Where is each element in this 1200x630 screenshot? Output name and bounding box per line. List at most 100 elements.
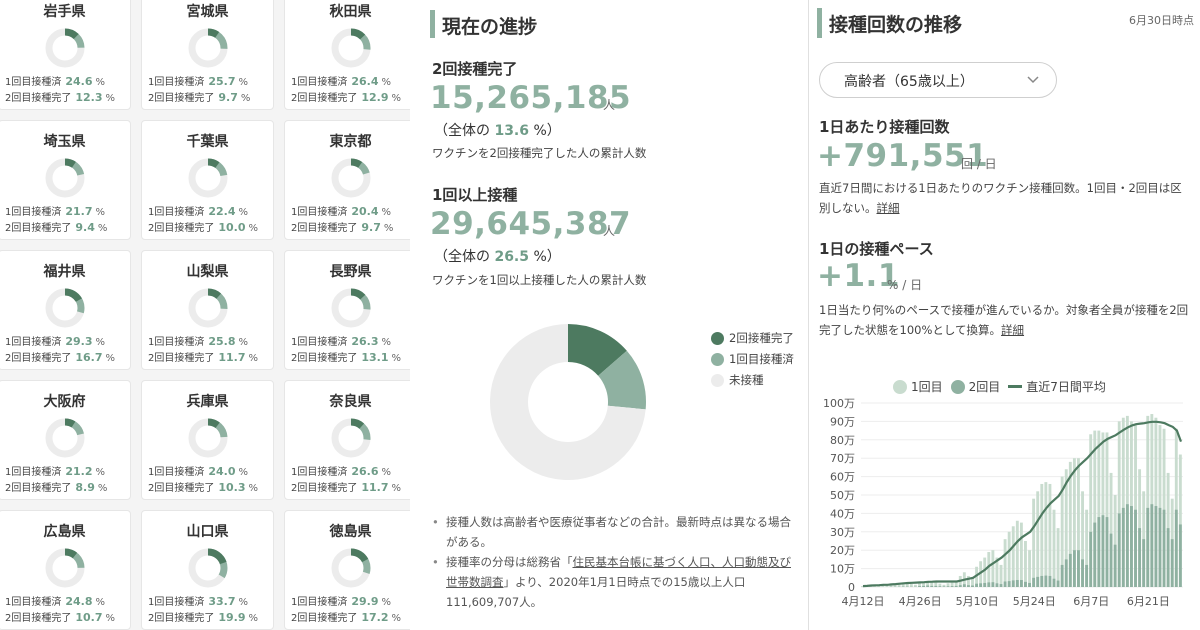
prefecture-donut-chart [331,418,371,458]
bar-first-dose [987,552,991,587]
bar-second-dose [1081,559,1084,587]
prefecture-name: 岩手県 [43,4,86,20]
bar-second-dose [1085,564,1089,587]
second-dose-rate: 2回目接種完了 10.7% [5,611,116,624]
second-dose-rate: 2回目接種完了 12.9% [291,91,402,104]
prefecture-name: 山口県 [186,524,229,540]
first-dose-rate: 1回目接種済 20.4% [291,205,392,218]
prefecture-name: 広島県 [43,524,86,540]
prefecture-card[interactable]: 奈良県 1回目接種済 26.6% 2回目接種完了 11.7% [284,380,417,500]
bar-second-dose [1170,539,1174,587]
bar-first-dose [1044,482,1048,587]
second-dose-rate: 2回目接種完了 8.9% [5,481,108,494]
prefecture-card[interactable]: 宮城県 1回目接種済 25.7% 2回目接種完了 9.7% [141,0,274,110]
bar-second-dose [1068,553,1072,587]
first-dose-label: 1回以上接種 [432,186,518,204]
prefecture-donut-chart [331,158,371,198]
bar-second-dose [971,585,974,587]
prefecture-donut-chart [45,548,85,588]
bar-second-dose [962,584,966,587]
bar-first-dose [1056,528,1060,587]
bar-second-dose [979,583,983,587]
second-dose-unit: 人 [603,98,616,112]
prefecture-card[interactable]: 山口県 1回目接種済 33.7% 2回目接種完了 19.9% [141,510,274,630]
prefecture-card[interactable]: 山梨県 1回目接種済 25.8% 2回目接種完了 11.7% [141,250,274,370]
bar-second-dose [1024,581,1027,587]
second-dose-rate: 2回目接種完了 16.7% [5,351,116,364]
bar-first-dose [1052,509,1056,587]
y-tick-label: 0 [848,581,855,594]
prefecture-card[interactable]: 広島県 1回目接種済 24.8% 2回目接種完了 10.7% [0,510,131,630]
bar-second-dose [1113,544,1117,587]
bar-second-dose [926,585,930,587]
prefecture-name: 千葉県 [186,134,229,150]
x-tick-label: 5月24日 [1013,595,1056,608]
prefecture-grid: 岩手県 1回目接種済 24.6% 2回目接種完了 12.3% 宮城県 1回目接種済 25.7%… [0,0,417,630]
daily-detail-link[interactable]: 詳細 [877,201,900,215]
bar-second-dose [1130,506,1133,587]
bar-second-dose [1044,575,1048,587]
bar-first-dose [1011,526,1015,587]
first-dose-rate: 1回目接種済 25.7% [148,75,249,88]
bar-second-dose [1056,580,1060,587]
bar-second-dose [1117,513,1121,587]
bar-first-dose [1015,520,1019,587]
second-dose-rate: 2回目接種完了 11.7% [148,351,259,364]
bar-second-dose [975,583,979,587]
bar-second-dose [1040,575,1044,587]
note-item: 接種人数は高齢者や医療従事者などの合計。最新時点は異なる場合がある。 [430,512,800,552]
bar-second-dose [1158,507,1162,587]
bar-second-dose [1154,506,1158,587]
bar-second-dose [938,586,942,587]
bar-second-dose [918,586,921,587]
legend-unvaccinated: 未接種 [711,372,764,388]
bar-second-dose [995,583,999,587]
age-group-select[interactable]: 高齢者（65歳以上） [819,62,1057,98]
prefecture-card[interactable]: 福井県 1回目接種済 29.3% 2回目接種完了 16.7% [0,250,131,370]
prefecture-card[interactable]: 兵庫県 1回目接種済 24.0% 2回目接種完了 10.3% [141,380,274,500]
pace-detail-link[interactable]: 詳細 [1001,323,1024,337]
prefecture-card[interactable]: 徳島県 1回目接種済 29.9% 2回目接種完了 17.2% [284,510,417,630]
prefecture-card[interactable]: 東京都 1回目接種済 20.4% 2回目接種完了 9.7% [284,120,417,240]
bar-second-dose [1048,575,1052,587]
age-group-select-value: 高齢者（65歳以上） [844,74,974,90]
prefecture-donut-chart [45,28,85,68]
bar-second-dose [950,586,954,587]
bar-second-dose [1162,509,1166,587]
first-dose-count: 29,645,387 [430,206,632,242]
bar-first-dose [1007,531,1011,587]
prefecture-card[interactable]: 埼玉県 1回目接種済 21.7% 2回目接種完了 9.4% [0,120,131,240]
progress-donut-chart [490,324,646,480]
bar-second-dose [1097,517,1101,587]
y-tick-label: 50万 [830,489,855,502]
prefecture-name: 宮城県 [186,4,229,20]
prefecture-card[interactable]: 千葉県 1回目接種済 22.4% 2回目接種完了 10.0% [141,120,274,240]
second-dose-count: 15,265,185 [430,80,632,116]
bar-second-dose [1089,531,1093,587]
first-dose-rate: 1回目接種済 21.7% [5,205,106,218]
bar-second-dose [1060,564,1064,587]
second-dose-rate: 2回目接種完了 9.7% [148,91,251,104]
first-dose-ratio: （全体の 26.5 %） [434,249,561,265]
prefecture-card[interactable]: 長野県 1回目接種済 26.3% 2回目接種完了 13.1% [284,250,417,370]
pace-desc: 1日当たり何%のペースで接種が進んでいるか。対象者全員が接種を2回完了した状態を… [819,303,1189,337]
bar-first-dose [1019,522,1023,587]
bar-second-dose [1109,533,1113,587]
prefecture-card[interactable]: 大阪府 1回目接種済 21.2% 2回目接種完了 8.9% [0,380,131,500]
bar-second-dose [930,585,934,587]
prefecture-card[interactable]: 秋田県 1回目接種済 26.4% 2回目接種完了 12.9% [284,0,417,110]
legend-second-dose-series: 2回目 [950,378,1000,395]
prefecture-card[interactable]: 岩手県 1回目接種済 24.6% 2回目接種完了 12.3% [0,0,131,110]
legend-dot-icon [711,373,724,387]
bar-second-dose [1036,576,1040,587]
first-dose-rate: 1回目接種済 21.2% [5,465,106,478]
daily-doses-desc: 直近7日間における1日あたりのワクチン接種回数。1回目・2回目は区別しない。詳細 [819,181,1182,215]
prefecture-donut-chart [188,418,228,458]
bar-second-dose [1101,515,1105,587]
first-dose-rate: 1回目接種済 33.7% [148,595,249,608]
prefecture-name: 徳島県 [329,524,372,540]
prefecture-donut-chart [188,158,228,198]
chevron-down-icon [1027,76,1039,84]
bar-first-dose [991,550,995,587]
first-dose-unit: 人 [603,224,616,238]
